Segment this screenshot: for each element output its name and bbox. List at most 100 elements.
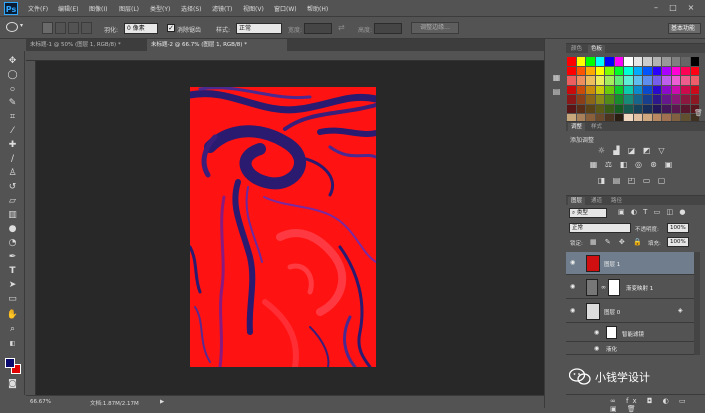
color-swatch[interactable] xyxy=(643,95,652,104)
color-swatch[interactable] xyxy=(624,95,633,104)
workspace-select[interactable]: 基本功能 xyxy=(668,23,701,34)
color-swatch[interactable] xyxy=(576,66,585,75)
color-swatch[interactable] xyxy=(681,85,690,94)
color-swatch[interactable] xyxy=(624,85,633,94)
color-swatch[interactable] xyxy=(595,104,604,113)
rectangle-tool-icon[interactable]: ▭ xyxy=(4,293,21,306)
color-swatch[interactable] xyxy=(567,57,576,66)
menu-edit[interactable]: 编辑(E) xyxy=(58,4,78,13)
opacity-input[interactable]: 100% xyxy=(667,223,689,233)
brightness-icon[interactable]: ☼ xyxy=(596,146,607,156)
tab-paths[interactable]: 路径 xyxy=(608,197,625,206)
chevron-down-icon[interactable]: ▾ xyxy=(20,22,23,29)
menu-layer[interactable]: 图层(L) xyxy=(119,4,139,13)
brush-tool-icon[interactable]: ∕ xyxy=(4,153,21,166)
color-swatch[interactable] xyxy=(595,95,604,104)
tab-layers[interactable]: 图层 xyxy=(568,197,586,206)
color-swatch[interactable] xyxy=(662,95,671,104)
layer-row[interactable]: ◉ 图层 0 ◈ xyxy=(566,300,694,323)
photo-filter-icon[interactable]: ◎ xyxy=(633,160,644,170)
foreground-color-swatch[interactable] xyxy=(5,358,15,368)
vibrance-icon[interactable]: ▽ xyxy=(656,146,667,156)
color-swatch[interactable] xyxy=(662,57,671,66)
color-swatch[interactable] xyxy=(595,57,604,66)
color-lookup-icon[interactable]: ▣ xyxy=(663,160,674,170)
tab-channels[interactable]: 通道 xyxy=(588,197,605,206)
hand-tool-icon[interactable]: ✋ xyxy=(4,309,21,322)
hue-saturation-icon[interactable]: ▦ xyxy=(588,160,599,170)
color-swatch[interactable] xyxy=(567,85,576,94)
feather-input[interactable]: 0 像素 xyxy=(124,23,158,34)
layer-row[interactable]: ◉ 液化 xyxy=(566,342,694,355)
intersect-selection-button[interactable] xyxy=(81,22,92,34)
color-swatch[interactable] xyxy=(652,76,661,85)
blend-mode-select[interactable]: 正常 xyxy=(569,223,631,233)
close-button[interactable]: × xyxy=(685,2,697,13)
quick-select-tool-icon[interactable]: ✎ xyxy=(4,97,21,110)
levels-icon[interactable]: ▟ xyxy=(611,146,622,156)
menu-help[interactable]: 帮助(H) xyxy=(307,4,328,13)
color-swatch[interactable] xyxy=(586,85,595,94)
color-swatch[interactable] xyxy=(614,76,623,85)
color-swatch[interactable] xyxy=(586,95,595,104)
color-swatch[interactable] xyxy=(595,85,604,94)
color-swatch[interactable] xyxy=(624,76,633,85)
color-swatch[interactable] xyxy=(643,66,652,75)
menu-select[interactable]: 选择(S) xyxy=(181,4,202,13)
color-swatch[interactable] xyxy=(633,85,642,94)
width-input[interactable] xyxy=(304,23,332,34)
color-swatch[interactable] xyxy=(633,66,642,75)
color-swatch[interactable] xyxy=(576,57,585,66)
color-swatch[interactable] xyxy=(690,85,699,94)
color-swatch[interactable] xyxy=(643,57,652,66)
color-swatch[interactable] xyxy=(605,76,614,85)
color-swatch[interactable] xyxy=(690,76,699,85)
layer-footer-icons[interactable]: ∞ fx ◘ ◐ ▭ ▣ 🗑 xyxy=(610,397,705,413)
color-swatch[interactable] xyxy=(624,66,633,75)
eye-icon[interactable]: ◉ xyxy=(594,329,599,336)
threshold-icon[interactable]: ◰ xyxy=(626,176,637,186)
selective-color-icon[interactable]: ▢ xyxy=(656,176,667,186)
color-swatch[interactable] xyxy=(652,85,661,94)
color-swatch[interactable] xyxy=(690,95,699,104)
color-swatch[interactable] xyxy=(567,95,576,104)
eraser-tool-icon[interactable]: ▱ xyxy=(4,195,21,208)
lasso-tool-icon[interactable]: ဝ xyxy=(4,83,21,96)
color-swatch[interactable] xyxy=(652,95,661,104)
curves-icon[interactable]: ◪ xyxy=(626,146,637,156)
color-swatch[interactable] xyxy=(595,66,604,75)
invert-icon[interactable]: ◨ xyxy=(596,176,607,186)
tab-document-2[interactable]: 未标题-2 @ 66.7% (图层 1, RGB/8) * xyxy=(147,39,287,51)
gradient-map-icon[interactable]: ▭ xyxy=(641,176,652,186)
tab-adjustments[interactable]: 调整 xyxy=(568,123,586,132)
color-swatch[interactable] xyxy=(605,66,614,75)
zoom-tool-icon[interactable]: ⌕ xyxy=(4,323,21,336)
path-select-tool-icon[interactable]: ➤ xyxy=(4,279,21,292)
color-balance-icon[interactable]: ⚖ xyxy=(603,160,614,170)
color-swatch[interactable] xyxy=(605,95,614,104)
color-swatch[interactable] xyxy=(586,57,595,66)
color-swatch[interactable] xyxy=(633,57,642,66)
gradient-tool-icon[interactable]: ▥ xyxy=(4,209,21,222)
new-selection-button[interactable] xyxy=(42,22,53,34)
type-tool-icon[interactable]: T xyxy=(4,265,21,278)
document-canvas[interactable] xyxy=(190,87,376,367)
refine-edge-button[interactable]: 调整边缘... xyxy=(411,22,459,34)
layer-row[interactable]: ◉ ∞ 渐变映射 1 xyxy=(566,276,694,299)
clone-stamp-tool-icon[interactable]: ♙ xyxy=(4,167,21,180)
add-selection-button[interactable] xyxy=(55,22,66,34)
fill-input[interactable]: 100% xyxy=(667,237,689,247)
color-swatch[interactable] xyxy=(586,76,595,85)
color-swatch[interactable] xyxy=(681,57,690,66)
color-swatch[interactable] xyxy=(671,76,680,85)
color-swatch[interactable] xyxy=(681,66,690,75)
color-swatch[interactable] xyxy=(671,104,680,113)
color-swatch[interactable] xyxy=(586,66,595,75)
color-swatch[interactable] xyxy=(614,95,623,104)
color-swatch[interactable] xyxy=(614,66,623,75)
tab-document-1[interactable]: 未标题-1 @ 50% (图层 1, RGB/8) * xyxy=(26,39,146,51)
color-swatch[interactable] xyxy=(614,57,623,66)
color-swatch[interactable] xyxy=(576,104,585,113)
lock-icons[interactable]: ▦ ✎ ✥ 🔒 xyxy=(590,238,645,246)
color-swatch[interactable] xyxy=(662,76,671,85)
